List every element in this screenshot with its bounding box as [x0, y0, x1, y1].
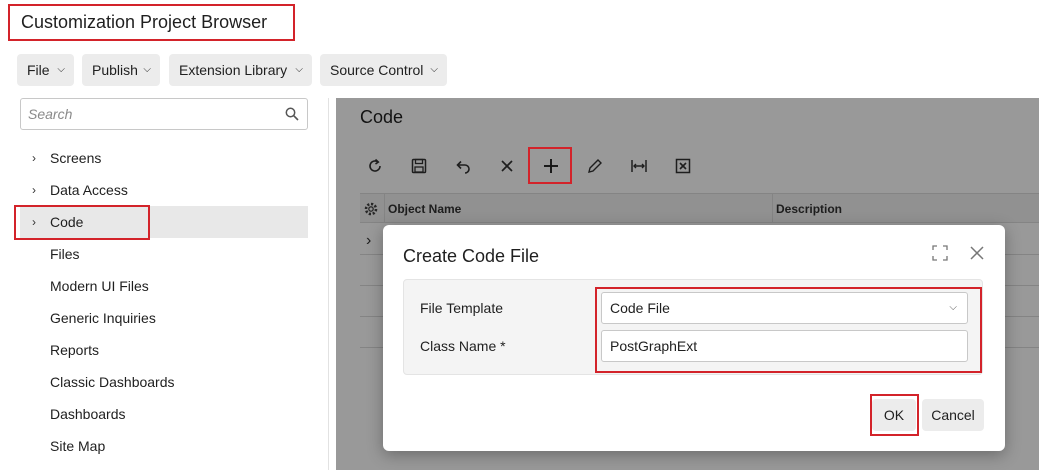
maximize-icon[interactable]: [931, 244, 949, 262]
class-name-label: Class Name *: [420, 338, 506, 354]
file-template-value: Code File: [610, 300, 670, 316]
tree-item-label: Data Access: [50, 182, 128, 198]
publish-menu-label: Publish: [92, 62, 138, 78]
tree-item-label: Code: [50, 214, 84, 230]
chevron-down-icon: ⌵: [430, 64, 438, 75]
chevron-right-icon[interactable]: ›: [32, 174, 36, 206]
pane-divider: [328, 98, 329, 470]
source-control-menu-button[interactable]: Source Control ⌵: [320, 54, 447, 86]
tree-item-reports[interactable]: Reports: [20, 334, 308, 366]
tree-item-modern-ui-files[interactable]: Modern UI Files: [20, 270, 308, 302]
class-name-label-text: Class Name: [420, 338, 497, 354]
search-input[interactable]: [21, 99, 271, 129]
tree-item-label: Files: [50, 246, 80, 262]
tree-item-label: Site Map: [50, 438, 106, 454]
file-template-label: File Template: [420, 300, 504, 316]
tree-item-code[interactable]: › Code: [20, 206, 308, 238]
file-menu-button[interactable]: File ⌵: [17, 54, 74, 86]
tree-item-site-map[interactable]: Site Map: [20, 430, 308, 462]
publish-menu-button[interactable]: Publish ⌵: [82, 54, 160, 86]
extension-library-menu-label: Extension Library: [179, 62, 288, 78]
chevron-down-icon: ⌵: [57, 64, 65, 75]
form-panel: File Template Code File ⌵ Class Name * P…: [403, 279, 983, 375]
tree-item-classic-dashboards[interactable]: Classic Dashboards: [20, 366, 308, 398]
chevron-down-icon[interactable]: ⌵: [949, 293, 957, 323]
chevron-right-icon[interactable]: ›: [32, 142, 36, 174]
tree-item-label: Screens: [50, 150, 102, 166]
file-menu-label: File: [27, 62, 50, 78]
cancel-button[interactable]: Cancel: [922, 399, 984, 431]
chevron-down-icon: ⌵: [295, 64, 303, 75]
tree-item-label: Modern UI Files: [50, 278, 149, 294]
chevron-down-icon: ⌵: [143, 64, 151, 75]
class-name-input[interactable]: PostGraphExt: [601, 330, 968, 362]
close-icon[interactable]: [968, 244, 986, 262]
extension-library-menu-button[interactable]: Extension Library ⌵: [169, 54, 312, 86]
ok-button[interactable]: OK: [872, 399, 916, 431]
tree-item-generic-inquiries[interactable]: Generic Inquiries: [20, 302, 308, 334]
required-mark: *: [500, 338, 506, 354]
file-template-select[interactable]: Code File ⌵: [601, 292, 968, 324]
tree-item-label: Classic Dashboards: [50, 374, 175, 390]
search-box: [20, 98, 308, 130]
dialog-title: Create Code File: [403, 246, 540, 266]
tree-item-label: Dashboards: [50, 406, 126, 422]
tree-item-label: Generic Inquiries: [50, 310, 156, 326]
create-code-file-dialog: Create Code File File Template Code File…: [383, 225, 1005, 451]
tree-item-dashboards[interactable]: Dashboards: [20, 398, 308, 430]
search-icon[interactable]: [285, 107, 299, 121]
tree-item-files[interactable]: Files: [20, 238, 308, 270]
tree-item-label: Reports: [50, 342, 100, 358]
page-title: Customization Project Browser: [8, 4, 295, 41]
tree-item-screens[interactable]: › Screens: [20, 142, 308, 174]
class-name-value: PostGraphExt: [610, 338, 698, 354]
chevron-right-icon[interactable]: ›: [32, 206, 36, 238]
tree-item-data-access[interactable]: › Data Access: [20, 174, 308, 206]
source-control-menu-label: Source Control: [330, 62, 424, 78]
